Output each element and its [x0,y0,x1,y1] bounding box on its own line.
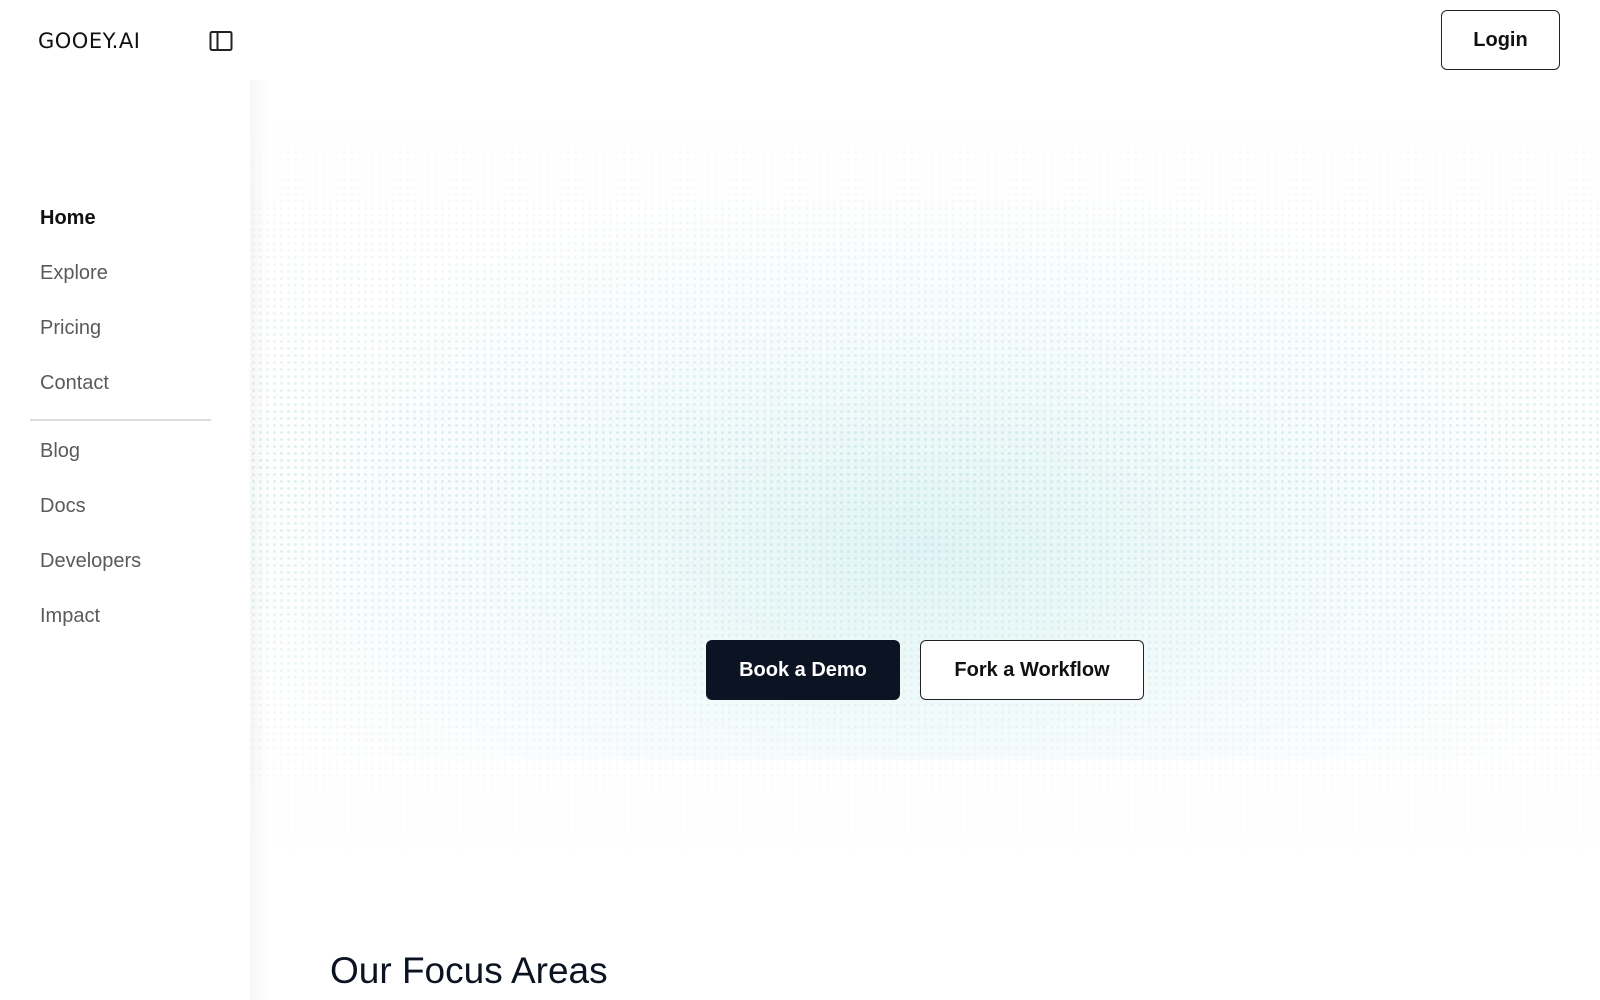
sidebar-toggle-icon[interactable] [209,30,233,52]
sidebar-item-blog[interactable]: Blog [40,440,80,463]
fork-workflow-button[interactable]: Fork a Workflow [920,640,1144,700]
book-demo-button[interactable]: Book a Demo [706,640,900,700]
sidebar-item-docs[interactable]: Docs [40,495,86,518]
sidebar-item-contact[interactable]: Contact [40,372,109,395]
sidebar-item-home[interactable]: Home [40,207,96,230]
sidebar-item-pricing[interactable]: Pricing [40,317,101,340]
sidebar-nav: Home Explore Pricing Contact Blog Docs D… [0,80,250,1000]
sidebar-item-explore[interactable]: Explore [40,262,108,285]
focus-areas-heading: Our Focus Areas [330,950,608,991]
sidebar-divider [30,419,211,421]
top-bar: GOOEY.AI Login [0,0,1600,80]
main-content: Book a Demo Fork a Workflow Our Focus Ar… [250,80,1600,1000]
gooey-logo[interactable]: GOOEY.AI [38,29,140,53]
hero-dot-pattern [250,100,1600,880]
login-button[interactable]: Login [1441,10,1560,70]
sidebar-item-developers[interactable]: Developers [40,550,141,573]
sidebar-item-impact[interactable]: Impact [40,605,100,628]
sidebar-edge-shadow [250,80,268,1000]
